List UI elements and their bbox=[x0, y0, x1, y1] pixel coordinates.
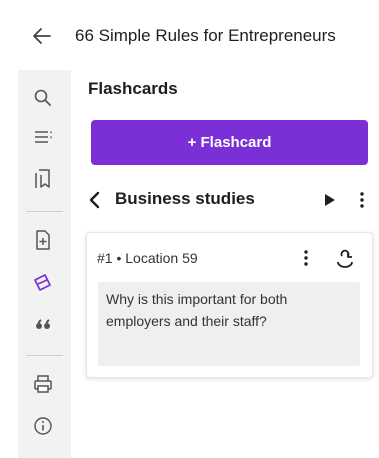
add-page-icon[interactable] bbox=[31, 228, 55, 252]
back-arrow-icon[interactable] bbox=[31, 25, 53, 47]
print-icon[interactable] bbox=[31, 372, 55, 396]
bookmark-icon[interactable] bbox=[31, 167, 55, 191]
more-options-icon[interactable] bbox=[357, 189, 367, 211]
flashcards-icon[interactable] bbox=[31, 270, 55, 294]
panel-title: Flashcards bbox=[88, 79, 178, 98]
sidebar bbox=[18, 70, 71, 458]
book-title: 66 Simple Rules for Entrepreneurs bbox=[75, 26, 336, 45]
flip-card-icon[interactable] bbox=[334, 249, 356, 269]
search-icon[interactable] bbox=[31, 86, 55, 110]
chevron-left-icon[interactable] bbox=[86, 190, 104, 210]
card-location: #1 • Location 59 bbox=[97, 250, 198, 266]
deck-name: Business studies bbox=[115, 189, 255, 208]
top-bar: 66 Simple Rules for Entrepreneurs bbox=[0, 0, 379, 70]
quote-icon[interactable] bbox=[31, 313, 55, 337]
table-of-contents-icon[interactable] bbox=[31, 125, 55, 149]
card-question: Why is this important for both employers… bbox=[98, 282, 360, 366]
play-icon[interactable] bbox=[323, 192, 337, 208]
sidebar-divider bbox=[26, 355, 63, 356]
flashcard[interactable]: #1 • Location 59 Why is this important f… bbox=[86, 232, 373, 378]
more-options-icon[interactable] bbox=[301, 247, 311, 269]
info-icon[interactable] bbox=[31, 414, 55, 438]
add-flashcard-button[interactable]: + Flashcard bbox=[91, 120, 368, 165]
sidebar-divider bbox=[26, 211, 63, 212]
